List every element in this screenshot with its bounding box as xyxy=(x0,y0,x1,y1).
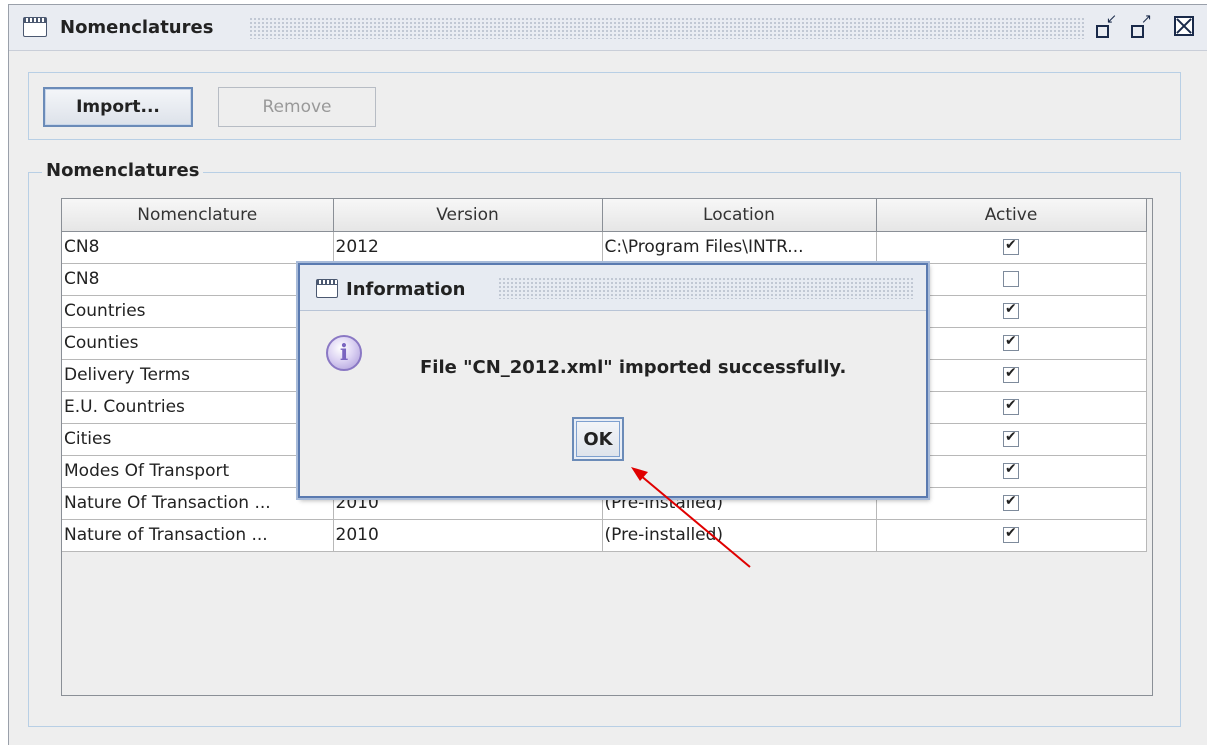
column-header-nomenclature[interactable]: Nomenclature xyxy=(62,199,334,232)
table-row[interactable]: Nature of Transaction ... 2010 (Pre-instal… xyxy=(62,519,1147,552)
cell-version[interactable]: 2010 xyxy=(333,519,603,552)
cell-nomenclature[interactable]: E.U. Countries xyxy=(62,391,334,424)
cell-active xyxy=(876,231,1147,264)
information-dialog: Information i File "CN_2012.xml" importe… xyxy=(298,263,928,498)
dialog-title: Information xyxy=(346,279,466,300)
active-checkbox[interactable] xyxy=(1003,301,1019,319)
cell-nomenclature[interactable]: Modes Of Transport xyxy=(62,455,334,488)
dialog-message: File "CN_2012.xml" imported successfully… xyxy=(420,357,847,378)
active-checkbox[interactable] xyxy=(1003,461,1019,479)
cell-nomenclature[interactable]: CN8 xyxy=(62,263,334,296)
cell-active xyxy=(876,519,1147,552)
remove-button[interactable]: Remove xyxy=(218,87,376,127)
toolbar-panel: Import... Remove xyxy=(28,72,1181,140)
active-checkbox[interactable] xyxy=(1003,365,1019,383)
table-row[interactable]: CN8 2012 C:\Program Files\INTR... xyxy=(62,231,1147,264)
cell-nomenclature[interactable]: Cities xyxy=(62,423,334,456)
active-checkbox[interactable] xyxy=(1003,237,1019,255)
active-checkbox[interactable] xyxy=(1003,333,1019,351)
column-header-active[interactable]: Active xyxy=(876,199,1147,232)
active-checkbox[interactable] xyxy=(1003,271,1019,287)
active-checkbox[interactable] xyxy=(1003,397,1019,415)
import-button[interactable]: Import... xyxy=(43,87,193,127)
titlebar-grip xyxy=(249,17,1084,39)
dialog-titlebar[interactable]: Information xyxy=(300,265,926,311)
cell-location[interactable]: (Pre-installed) xyxy=(602,519,877,552)
maximize-icon[interactable] xyxy=(1129,12,1155,40)
cell-nomenclature[interactable]: Nature Of Transaction ... xyxy=(62,487,334,520)
column-header-version[interactable]: Version xyxy=(333,199,603,232)
window-icon xyxy=(23,17,47,37)
info-icon: i xyxy=(326,335,362,371)
active-checkbox[interactable] xyxy=(1003,493,1019,511)
ok-button[interactable]: OK xyxy=(572,417,624,461)
window-titlebar[interactable]: Nomenclatures xyxy=(9,5,1207,51)
column-header-location[interactable]: Location xyxy=(602,199,877,232)
cell-nomenclature[interactable]: Delivery Terms xyxy=(62,359,334,392)
window-title: Nomenclatures xyxy=(60,17,214,38)
group-legend: Nomenclatures xyxy=(42,160,204,181)
dialog-window-icon xyxy=(316,279,338,298)
cell-nomenclature[interactable]: Countries xyxy=(62,295,334,328)
active-checkbox[interactable] xyxy=(1003,525,1019,543)
minimize-icon[interactable] xyxy=(1094,12,1120,40)
cell-nomenclature[interactable]: CN8 xyxy=(62,231,334,264)
cell-nomenclature[interactable]: Nature of Transaction ... xyxy=(62,519,334,552)
active-checkbox[interactable] xyxy=(1003,429,1019,447)
cell-version[interactable]: 2012 xyxy=(333,231,603,264)
dialog-titlebar-grip xyxy=(498,277,913,299)
close-icon[interactable] xyxy=(1174,16,1194,36)
cell-nomenclature[interactable]: Counties xyxy=(62,327,334,360)
cell-location[interactable]: C:\Program Files\INTR... xyxy=(602,231,877,264)
